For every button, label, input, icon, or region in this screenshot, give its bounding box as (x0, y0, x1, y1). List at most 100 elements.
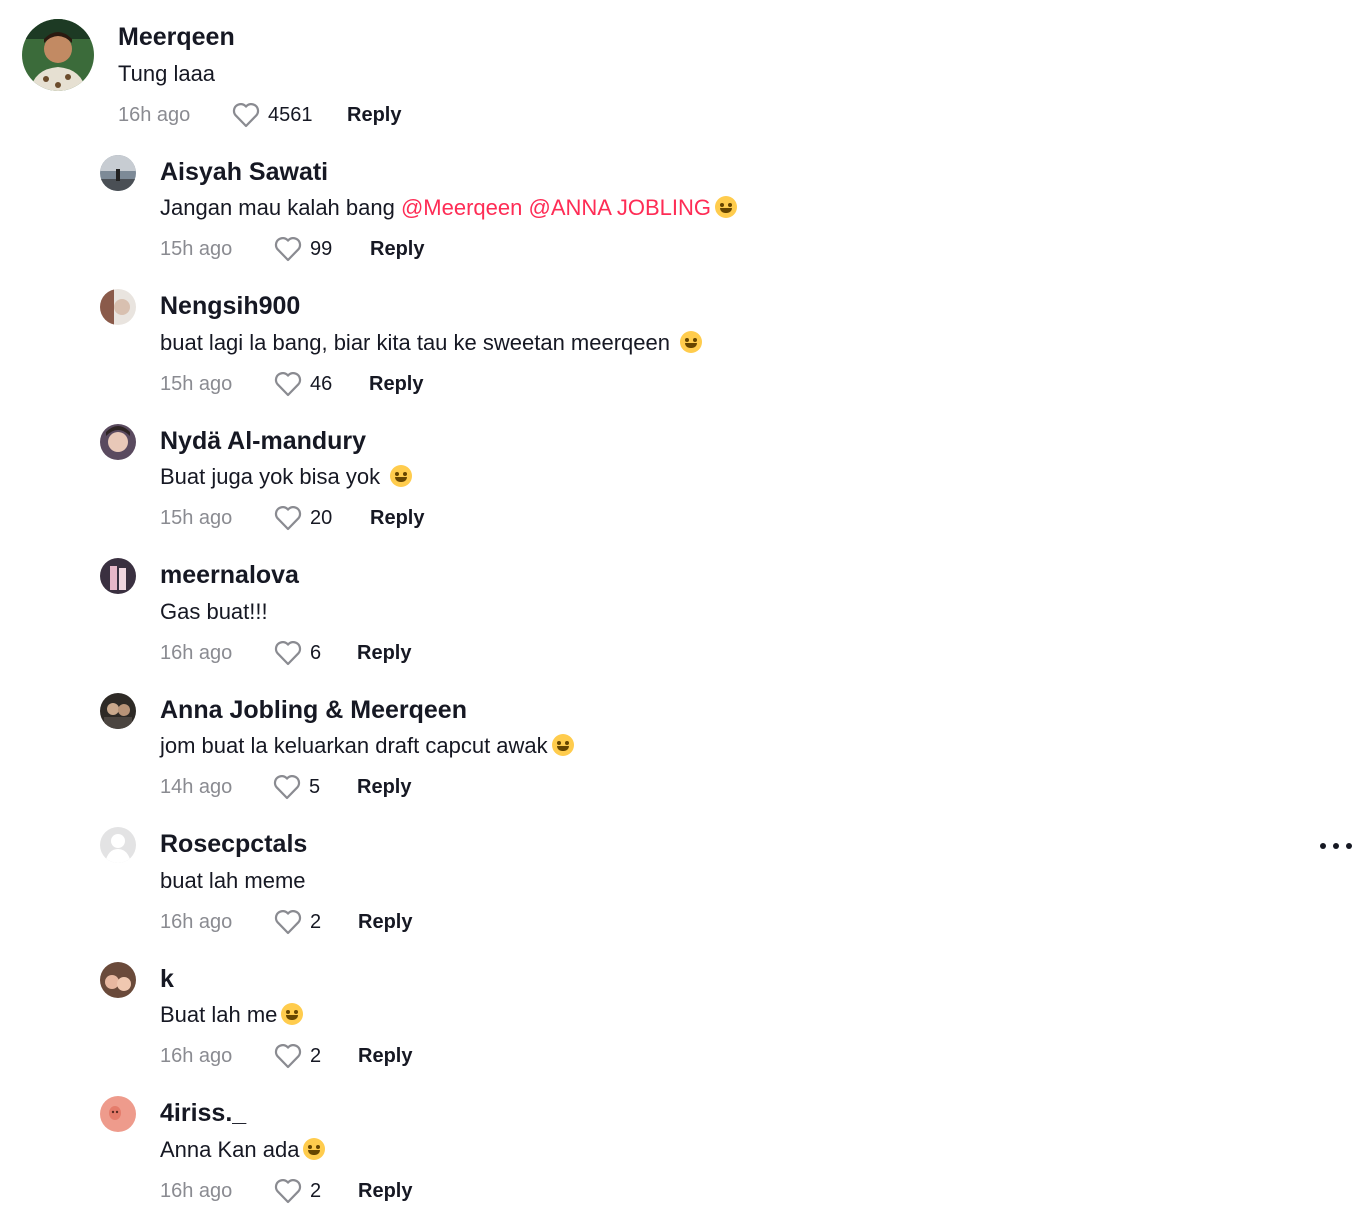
reply-author[interactable]: Rosecpctals (160, 829, 307, 859)
heart-outline-icon (274, 506, 302, 531)
reply-button[interactable]: Reply (369, 369, 423, 399)
rolling-on-the-floor-laughing-icon (551, 734, 574, 756)
avatar[interactable] (100, 289, 136, 325)
reply-item: k Buat lah me 16h ago 2 Reply (0, 957, 1362, 1077)
reply-text: Gas buat!!! (160, 599, 268, 624)
reply-button[interactable]: Reply (358, 1176, 412, 1206)
avatar[interactable] (22, 19, 94, 91)
user-avatar-icon (100, 693, 136, 729)
mention-link[interactable]: @ANNA JOBLING (529, 195, 712, 220)
like-button[interactable]: 4561 (232, 100, 313, 130)
heart-outline-icon (274, 910, 302, 935)
reply-text: buat lagi la bang, biar kita tau ke swee… (160, 328, 703, 358)
avatar[interactable] (100, 1096, 136, 1132)
reply-button[interactable]: Reply (370, 234, 424, 264)
avatar[interactable] (100, 693, 136, 729)
reply-time: 15h ago (160, 507, 233, 529)
user-avatar-icon (100, 558, 136, 594)
heart-outline-icon (232, 103, 260, 128)
user-avatar-icon (100, 155, 136, 191)
reply-author[interactable]: Aisyah Sawati (160, 157, 328, 187)
reply-button[interactable]: Reply (358, 907, 412, 937)
reply-button[interactable]: Reply (357, 638, 411, 668)
reply-time: 14h ago (160, 776, 233, 798)
more-options-icon[interactable] (1318, 836, 1356, 856)
reply-author[interactable]: Nydä Al-mandury (160, 426, 366, 456)
reply-author[interactable]: 4iriss._ (160, 1098, 246, 1128)
like-button[interactable]: 2 (274, 907, 321, 937)
reply-text-body: jom buat la keluarkan draft capcut awak (160, 733, 548, 758)
heart-outline-icon (274, 372, 302, 397)
smiling-face-with-hearts-icon (715, 196, 737, 218)
reply-author[interactable]: k (160, 964, 174, 994)
reply-text: Buat lah me (160, 1000, 304, 1030)
reply-text: Jangan mau kalah bang @Meerqeen @ANNA JO… (160, 193, 737, 223)
reply-item: Rosecpctals buat lah meme 16h ago 2 Repl… (0, 823, 1362, 943)
user-avatar-icon (100, 289, 136, 325)
like-count: 2 (310, 1180, 322, 1202)
reply-text-body: buat lagi la bang, biar kita tau ke swee… (160, 330, 677, 355)
like-button[interactable]: 46 (274, 369, 332, 399)
reply-text: buat lah meme (160, 868, 306, 893)
avatar[interactable] (100, 962, 136, 998)
reply-item: Nydä Al-mandury Buat juga yok bisa yok 1… (0, 419, 1362, 539)
reply-text: Anna Kan ada (160, 1135, 326, 1165)
grinning-face-icon (680, 331, 703, 353)
like-count: 20 (310, 507, 333, 529)
reply-button[interactable]: Reply (358, 1041, 412, 1071)
avatar[interactable] (100, 155, 136, 191)
like-count: 6 (310, 642, 322, 664)
reply-item: Nengsih900 buat lagi la bang, biar kita … (0, 285, 1362, 405)
reply-text-body: Jangan mau kalah bang (160, 195, 401, 220)
heart-outline-icon (274, 641, 302, 666)
avatar[interactable] (100, 424, 136, 460)
heart-outline-icon (274, 237, 302, 262)
heart-outline-icon (273, 775, 301, 800)
user-avatar-icon (100, 1096, 136, 1132)
reply-button[interactable]: Reply (370, 503, 424, 533)
reply-item: Anna Jobling & Meerqeen jom buat la kelu… (0, 688, 1362, 808)
user-avatar-icon (100, 424, 136, 460)
reply-author[interactable]: Anna Jobling & Meerqeen (160, 695, 467, 725)
like-count: 4561 (268, 104, 313, 126)
user-avatar-icon (22, 19, 94, 91)
like-button[interactable]: 2 (274, 1176, 321, 1206)
reply-button[interactable]: Reply (347, 100, 401, 130)
reply-button[interactable]: Reply (357, 772, 411, 802)
avatar[interactable] (100, 827, 136, 863)
rolling-on-the-floor-laughing-icon (281, 1003, 304, 1025)
like-count: 46 (310, 373, 333, 395)
comment-text: Tung laaa (118, 61, 216, 86)
like-button[interactable]: 2 (274, 1041, 321, 1071)
reply-time: 16h ago (160, 642, 233, 664)
like-count: 2 (310, 911, 322, 933)
comment-item: Meerqeen Tung laaa 16h ago 4561 Reply (0, 0, 1362, 140)
like-count: 2 (310, 1045, 322, 1067)
comment-author[interactable]: Meerqeen (118, 22, 235, 52)
reply-author[interactable]: meernalova (160, 560, 299, 590)
reply-text: Buat juga yok bisa yok (160, 462, 413, 492)
reply-text-body: Buat juga yok bisa yok (160, 464, 387, 489)
like-button[interactable]: 99 (274, 234, 332, 264)
reply-item: 4iriss._ Anna Kan ada 16h ago 2 Reply (0, 1092, 1362, 1212)
mention-link[interactable]: @Meerqeen (401, 195, 522, 220)
avatar[interactable] (100, 558, 136, 594)
user-avatar-icon (100, 962, 136, 998)
reply-time: 16h ago (160, 911, 233, 933)
like-count: 5 (309, 776, 321, 798)
like-button[interactable]: 20 (274, 503, 332, 533)
reply-time: 16h ago (160, 1180, 233, 1202)
like-count: 99 (310, 238, 333, 260)
reply-text: jom buat la keluarkan draft capcut awak (160, 731, 574, 761)
reply-text-body: Anna Kan ada (160, 1137, 300, 1162)
default-avatar-icon (100, 827, 136, 863)
face-with-tears-of-joy-icon (390, 465, 413, 487)
heart-outline-icon (274, 1179, 302, 1204)
reply-author[interactable]: Nengsih900 (160, 291, 300, 321)
reply-time: 15h ago (160, 373, 233, 395)
reply-item: Aisyah Sawati Jangan mau kalah bang @Mee… (0, 150, 1362, 270)
like-button[interactable]: 5 (273, 772, 320, 802)
reply-time: 15h ago (160, 238, 233, 260)
like-button[interactable]: 6 (274, 638, 321, 668)
comment-time: 16h ago (118, 104, 191, 126)
